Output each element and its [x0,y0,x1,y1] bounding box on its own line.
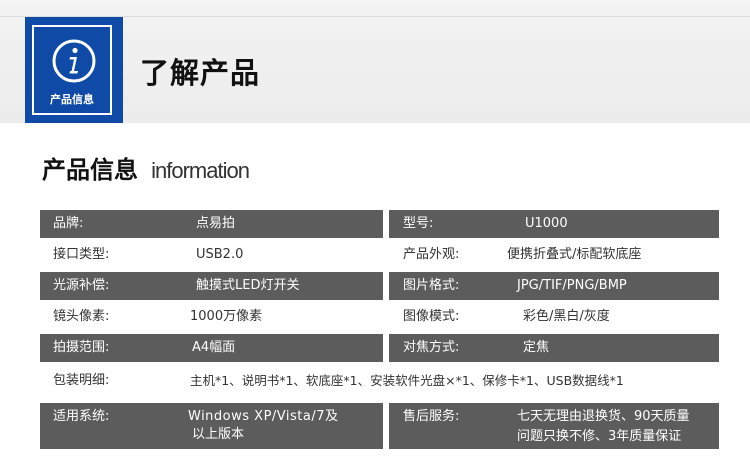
spec-package: 包装明细: 主机*1、说明书*1、软底座*1、安装软件光盘×*1、保修卡*1、U… [40,367,719,395]
info-icon [52,39,96,83]
spec-value: 定焦 [523,340,550,355]
spec-label: 适用系统: [53,409,110,424]
spec-pixels: 镜头像素: 1000万像素 [40,303,383,331]
spec-focus: 对焦方式: 定焦 [389,334,719,362]
section-heading: 产品信息 information [42,150,250,185]
header-banner: 产品信息 了解产品 [0,0,750,123]
spec-appearance: 产品外观: 便携折叠式/标配软底座 [389,241,719,269]
spec-value: U1000 [525,216,568,231]
spec-brand: 品牌: 点易拍 [40,210,383,238]
spec-label: 接口类型: [53,247,110,262]
section-title-en: information [151,158,250,183]
spec-image-mode: 图像模式: 彩色/黑白/灰度 [389,303,719,331]
spec-value: 1000万像素 [190,309,263,324]
spec-label: 镜头像素: [53,309,110,324]
spec-label: 图像模式: [403,309,460,324]
spec-value-line2: 以上版本 [192,427,245,442]
spec-label: 对焦方式: [403,340,460,355]
spec-label: 拍摄范围: [53,340,110,355]
spec-label: 光源补偿: [53,278,110,293]
spec-value: Windows XP/Vista/7及 [188,409,339,424]
spec-value: 七天无理由退换货、90天质量 [517,409,690,424]
spec-value: 彩色/黑白/灰度 [523,309,610,324]
spec-light: 光源补偿: 触摸式LED灯开关 [40,272,383,300]
spec-value: 点易拍 [196,216,236,231]
spec-label: 售后服务: [403,409,460,424]
section-title-cn: 产品信息 [42,156,138,184]
spec-value: 触摸式LED灯开关 [196,278,300,293]
badge-label: 产品信息 [50,93,94,106]
spec-value: A4幅面 [192,340,236,355]
spec-system: 适用系统: Windows XP/Vista/7及 以上版本 [40,403,383,449]
spec-model: 型号: U1000 [389,210,719,238]
badge-frame: 产品信息 [32,25,112,115]
spec-label: 包装明细: [53,373,110,388]
spec-value-line2: 问题只换不修、3年质量保证 [517,429,682,444]
spec-service: 售后服务: 七天无理由退换货、90天质量 问题只换不修、3年质量保证 [389,403,719,449]
spec-label: 型号: [403,216,434,231]
page-title: 了解产品 [140,56,261,90]
spec-label: 图片格式: [403,278,460,293]
spec-label: 产品外观: [403,247,460,262]
spec-range: 拍摄范围: A4幅面 [40,334,383,362]
spec-value: USB2.0 [196,247,244,262]
spec-value: 便携折叠式/标配软底座 [507,247,642,262]
spec-value: 主机*1、说明书*1、软底座*1、安装软件光盘×*1、保修卡*1、USB数据线*… [190,373,624,388]
spec-value: JPG/TIF/PNG/BMP [517,278,627,293]
spec-image-format: 图片格式: JPG/TIF/PNG/BMP [389,272,719,300]
spec-label: 品牌: [53,216,84,231]
info-badge: 产品信息 [25,17,123,123]
spec-interface: 接口类型: USB2.0 [40,241,383,269]
